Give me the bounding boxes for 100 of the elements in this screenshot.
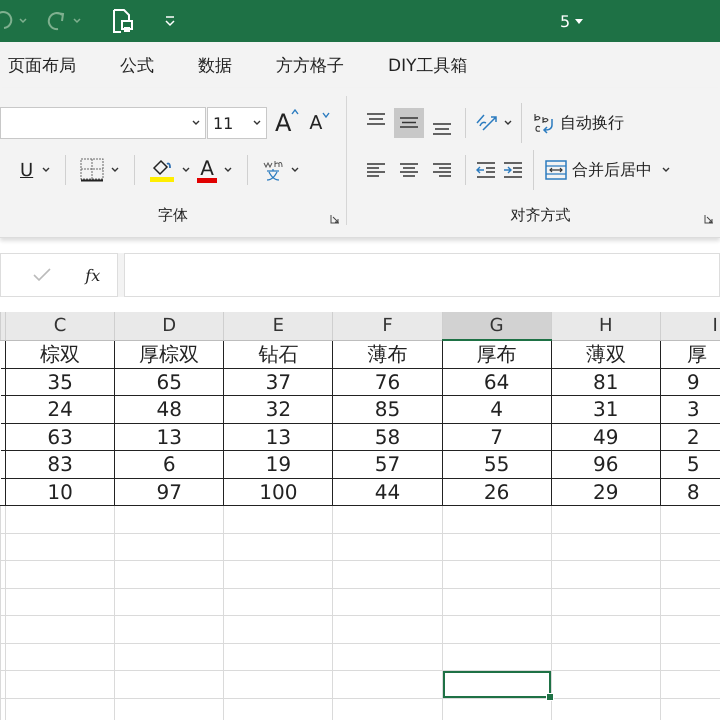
table-cell: 厚布	[476, 342, 517, 366]
table-cell: 薄布	[367, 342, 408, 366]
table-cell: 44	[374, 480, 400, 504]
table-cell: 55	[484, 452, 510, 476]
table-cell: 19	[266, 452, 292, 476]
merge-cells-icon	[544, 158, 568, 182]
table-cell: 57	[374, 452, 400, 476]
sheet-cell[interactable]	[442, 506, 552, 533]
dialog-launcher-icon[interactable]	[330, 214, 340, 224]
table-cell: 9	[686, 370, 700, 394]
table-cell: 3	[686, 397, 700, 422]
ribbon-tab[interactable]: 公式	[116, 50, 174, 80]
dropdown-icon[interactable]	[574, 17, 584, 25]
caret-icon[interactable]	[181, 166, 192, 174]
table-cell: 48	[156, 397, 182, 422]
table-cell: 26	[484, 480, 510, 504]
table-cell: 83	[47, 452, 73, 476]
phonetic-guide-icon[interactable]	[262, 158, 284, 182]
caret-icon[interactable]	[290, 166, 300, 174]
column-header[interactable]: I	[660, 312, 720, 340]
grow-font-button[interactable]: A	[273, 109, 302, 137]
enter-check-icon[interactable]	[32, 267, 52, 283]
font-size-field[interactable]: 11	[207, 107, 267, 139]
table-cell: 29	[593, 480, 618, 504]
table-cell: 5	[686, 452, 700, 476]
ribbon-tab[interactable]: 方方格子	[272, 50, 364, 80]
table-cell: 棕双	[40, 342, 80, 366]
table-cell: 81	[593, 370, 618, 394]
table-cell: 58	[374, 424, 400, 449]
table-cell: 13	[266, 424, 292, 449]
font-name-field[interactable]	[0, 107, 206, 139]
sheet-cell[interactable]	[442, 560, 552, 588]
table-cell: 49	[593, 424, 618, 449]
group-label: 字体	[158, 206, 188, 225]
table-cell: 32	[266, 397, 292, 422]
table-cell: 100	[259, 480, 298, 504]
table-cell: 76	[374, 370, 400, 394]
table-cell: 63	[47, 424, 73, 449]
align-bottom-icon	[430, 123, 454, 135]
table-cell: 24	[47, 397, 73, 422]
caret-icon	[252, 119, 262, 127]
align-middle-button[interactable]	[394, 108, 424, 138]
column-header[interactable]: H	[551, 312, 660, 340]
table-cell: 钻石	[258, 342, 298, 366]
table-cell: 97	[156, 480, 182, 504]
column-header[interactable]: F	[332, 312, 442, 340]
table-cell: 65	[156, 370, 182, 394]
font-color-button[interactable]: A	[197, 158, 217, 182]
caret-icon[interactable]	[222, 166, 233, 174]
caret-icon[interactable]	[41, 166, 52, 174]
table-cell: 31	[593, 397, 618, 422]
table-cell: 4	[490, 397, 503, 422]
column-header[interactable]: G	[442, 312, 552, 340]
table-cell: 厚棕双	[139, 342, 200, 366]
align-middle-icon	[397, 117, 421, 129]
table-cell: 85	[374, 397, 400, 422]
sheet-cell[interactable]	[442, 533, 552, 560]
caret-icon[interactable]	[503, 119, 513, 127]
caret-icon[interactable]	[661, 166, 671, 174]
table-cell: 10	[47, 480, 73, 504]
wrap-text-button[interactable]: 自动换行	[530, 111, 626, 135]
up-caret-icon	[291, 109, 300, 115]
ribbon-tab[interactable]: 页面布局	[4, 50, 96, 80]
table-cell: 薄双	[586, 342, 626, 366]
table-cell: 13	[156, 424, 182, 449]
wrap-text-icon	[532, 111, 556, 135]
title-text: 5	[560, 12, 570, 30]
align-top-icon	[364, 113, 388, 125]
caret-icon[interactable]	[110, 166, 120, 174]
customize-caret-icon[interactable]	[164, 15, 176, 27]
borders-icon[interactable]	[80, 158, 104, 182]
column-header[interactable]: D	[114, 312, 224, 340]
dialog-launcher-icon[interactable]	[704, 214, 714, 224]
shrink-font-button[interactable]: A	[307, 112, 332, 134]
group-label: 对齐方式	[510, 206, 570, 225]
sheet-cell[interactable]	[442, 588, 552, 616]
active-cell[interactable]	[442, 670, 552, 698]
merge-center-button[interactable]: 合并后居中	[542, 158, 654, 182]
formula-input[interactable]	[124, 253, 720, 297]
fill-color-icon[interactable]	[149, 157, 176, 183]
table-cell: 厚	[686, 342, 707, 366]
table-cell: 8	[686, 480, 700, 504]
ribbon-tab[interactable]: DIY工具箱	[384, 50, 488, 80]
table-cell: 35	[47, 370, 73, 394]
ribbon-tab[interactable]: 数据	[194, 50, 252, 80]
column-header[interactable]: C	[6, 312, 115, 340]
table-cell: 6	[162, 452, 176, 476]
insert-function-button[interactable]: fx	[85, 266, 100, 284]
table-cell: 64	[484, 370, 510, 394]
table-cell: 2	[686, 424, 700, 449]
down-caret-icon	[322, 112, 330, 118]
print-preview-icon[interactable]	[112, 8, 134, 34]
table-cell: 96	[593, 452, 618, 476]
sheet-cell[interactable]	[442, 616, 552, 643]
underline-button[interactable]: U	[18, 160, 36, 180]
column-header[interactable]: E	[224, 312, 333, 340]
table-cell: 7	[490, 424, 503, 449]
sheet-cell[interactable]	[442, 643, 552, 670]
caret-icon[interactable]	[191, 119, 201, 127]
table-cell: 37	[266, 370, 292, 394]
